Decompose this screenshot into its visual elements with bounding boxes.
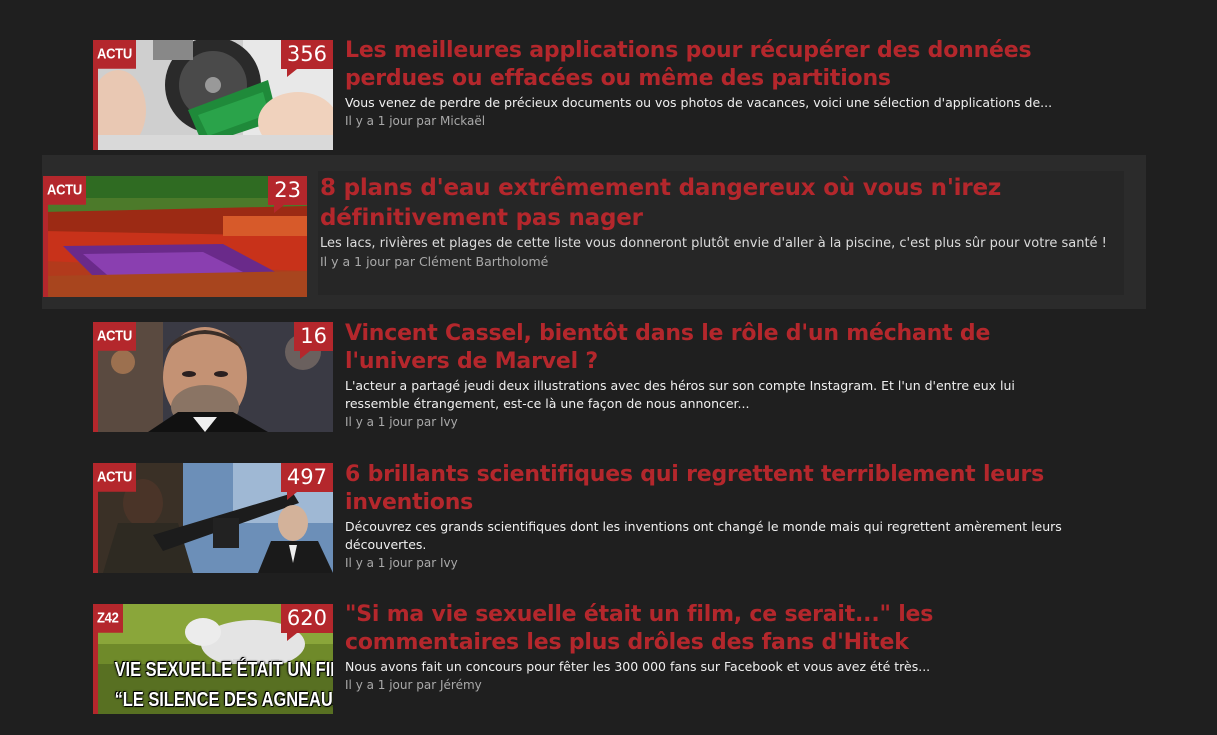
article-date: Il y a 1 jour — [345, 556, 413, 570]
article-card: ACTU 16 Vincent Cassel, bientôt dans le … — [93, 320, 1093, 434]
article-excerpt: Nous avons fait un concours pour fêter l… — [345, 659, 931, 674]
comment-count-badge[interactable]: 356 — [280, 40, 333, 77]
comment-count-badge[interactable]: 620 — [280, 604, 333, 641]
article-card: ACTU 497 6 brillants scientifiques qui r… — [93, 461, 1093, 575]
article-meta: Il y a 1 jour par Ivy — [345, 414, 1065, 431]
article-title[interactable]: "Si ma vie sexuelle était un film, ce se… — [345, 601, 1085, 657]
article-text: 6 brillants scientifiques qui regrettent… — [345, 461, 1065, 572]
article-by: par — [394, 254, 415, 269]
article-thumbnail[interactable]: ACTU 23 — [43, 176, 307, 297]
article-title[interactable]: Les meilleures applications pour récupér… — [345, 37, 1065, 93]
article-card: VIE SEXUELLE ÉTAIT UN FILM CE SE “LE SIL… — [93, 601, 1093, 716]
article-meta: Il y a 1 jour par Ivy — [345, 555, 1065, 572]
image-caption-line-2: “LE SILENCE DES AGNEAUX” — [114, 689, 333, 711]
article-excerpt: L'acteur a partagé jeudi deux illustrati… — [345, 378, 1015, 411]
article-card: ACTU 356 Les meilleures applications pou… — [93, 37, 1093, 152]
article-by: par — [416, 556, 437, 570]
article-text: "Si ma vie sexuelle était un film, ce se… — [345, 601, 1085, 694]
article-by: par — [416, 678, 437, 692]
article-by: par — [416, 114, 437, 128]
article-by: par — [416, 415, 437, 429]
category-badge[interactable]: Z42 — [93, 604, 123, 633]
article-thumbnail[interactable]: ACTU 497 — [93, 463, 333, 573]
article-author[interactable]: Clément Bartholomé — [419, 254, 548, 269]
article-author[interactable]: Ivy — [440, 415, 458, 429]
category-badge[interactable]: ACTU — [93, 463, 136, 492]
article-text: 8 plans d'eau extrêmement dangereux où v… — [320, 173, 1120, 270]
article-card-highlighted: ACTU 23 8 plans d'eau extrêmement danger… — [42, 155, 1146, 309]
category-badge[interactable]: ACTU — [93, 40, 136, 69]
article-date: Il y a 1 jour — [345, 678, 413, 692]
article-author[interactable]: Ivy — [440, 556, 458, 570]
comment-count-badge[interactable]: 16 — [294, 322, 333, 359]
image-caption-line-1: VIE SEXUELLE ÉTAIT UN FILM CE SE — [114, 659, 333, 681]
article-meta: Il y a 1 jour par Jérémy — [345, 677, 1085, 694]
category-badge[interactable]: ACTU — [43, 176, 86, 205]
article-excerpt: Les lacs, rivières et plages de cette li… — [320, 236, 1107, 251]
article-date: Il y a 1 jour — [345, 415, 413, 429]
article-text: Vincent Cassel, bientôt dans le rôle d'u… — [345, 320, 1065, 431]
article-excerpt: Découvrez ces grands scientifiques dont … — [345, 519, 1062, 552]
article-thumbnail[interactable]: ACTU 356 — [93, 40, 333, 150]
article-thumbnail[interactable]: VIE SEXUELLE ÉTAIT UN FILM CE SE “LE SIL… — [93, 604, 333, 714]
article-title[interactable]: Vincent Cassel, bientôt dans le rôle d'u… — [345, 320, 1065, 376]
comment-count-badge[interactable]: 23 — [268, 176, 307, 213]
article-author[interactable]: Mickaël — [440, 114, 485, 128]
article-text: Les meilleures applications pour récupér… — [345, 37, 1065, 130]
article-meta: Il y a 1 jour par Mickaël — [345, 113, 1065, 130]
article-date: Il y a 1 jour — [345, 114, 413, 128]
article-title[interactable]: 6 brillants scientifiques qui regrettent… — [345, 461, 1065, 517]
article-thumbnail[interactable]: ACTU 16 — [93, 322, 333, 432]
article-date: Il y a 1 jour — [320, 254, 391, 269]
article-excerpt: Vous venez de perdre de précieux documen… — [345, 95, 1053, 110]
comment-count-badge[interactable]: 497 — [280, 463, 333, 500]
category-badge[interactable]: ACTU — [93, 322, 136, 351]
article-title[interactable]: 8 plans d'eau extrêmement dangereux où v… — [320, 173, 1120, 233]
article-meta: Il y a 1 jour par Clément Bartholomé — [320, 253, 1120, 270]
article-author[interactable]: Jérémy — [440, 678, 482, 692]
